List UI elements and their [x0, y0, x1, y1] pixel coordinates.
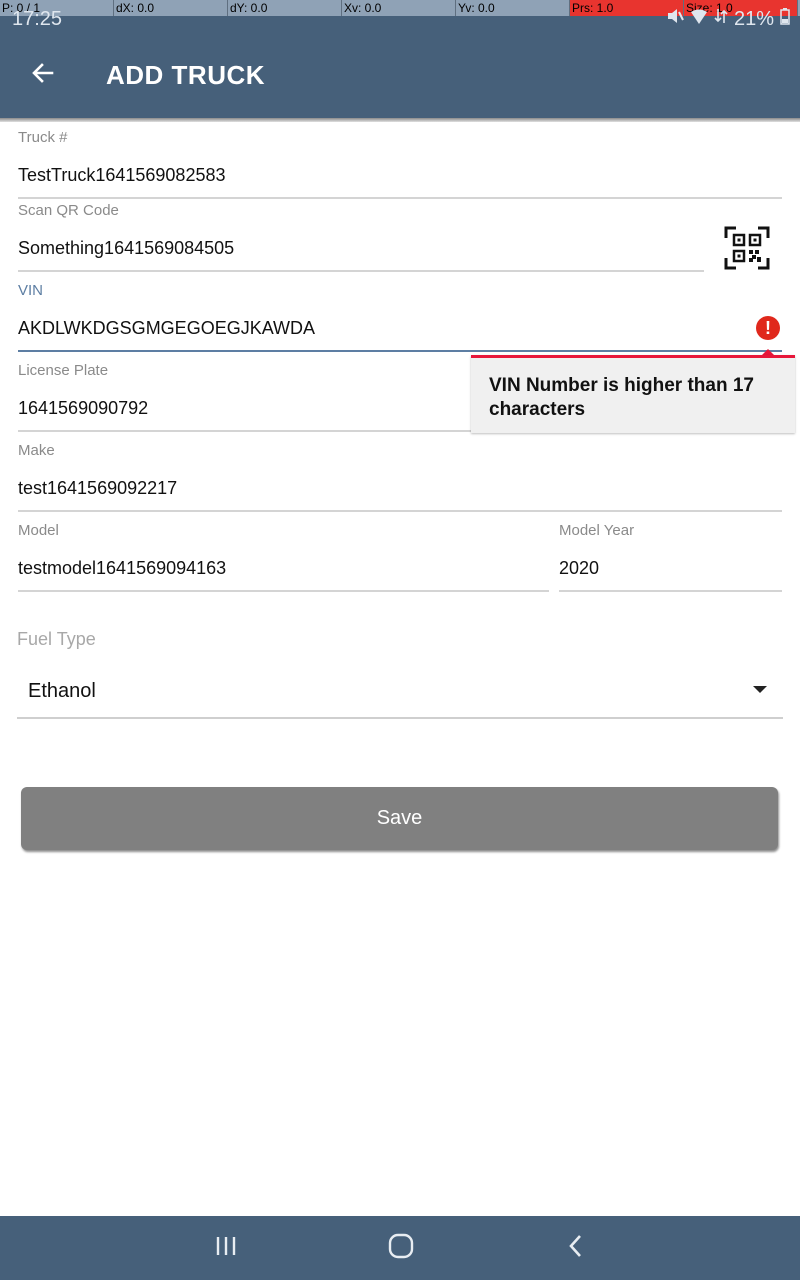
fuel-type-underline [17, 717, 783, 719]
nav-home-button[interactable] [381, 1230, 421, 1266]
model-label: Model [18, 522, 59, 539]
model-year-label: Model Year [559, 522, 635, 539]
vin-input[interactable]: AKDLWKDGSGMGEGOEGJKAWDA [18, 316, 315, 340]
make-label: Make [18, 442, 55, 459]
page-title: ADD TRUCK [106, 60, 266, 90]
data-transfer-icon [714, 6, 728, 32]
nav-back-button[interactable] [556, 1230, 596, 1266]
scan-qr-button[interactable] [724, 226, 770, 270]
vin-underline [18, 350, 782, 352]
nav-recents-button[interactable] [206, 1230, 246, 1266]
debug-xv: Xv: 0.0 [342, 0, 456, 16]
model-underline [18, 590, 549, 592]
qr-code-icon [724, 226, 770, 274]
save-button[interactable]: Save [21, 787, 778, 850]
status-indicators: 21% [666, 6, 790, 32]
fuel-type-label: Fuel Type [17, 629, 96, 649]
make-underline [18, 510, 782, 512]
qr-code-input[interactable]: Something1641569084505 [18, 236, 234, 260]
battery-percent: 21% [733, 8, 774, 30]
vin-error-tooltip: VIN Number is higher than 17 characters [471, 355, 795, 433]
status-time: 17:25 [12, 8, 63, 30]
battery-icon [780, 6, 790, 32]
model-input[interactable]: testmodel1641569094163 [18, 556, 226, 580]
vin-error-message: VIN Number is higher than 17 characters [489, 375, 754, 420]
fuel-type-select[interactable]: Ethanol [28, 678, 96, 704]
model-year-input[interactable]: 2020 [559, 556, 599, 580]
caret-down-icon[interactable] [753, 686, 767, 693]
debug-dy: dY: 0.0 [228, 0, 342, 16]
truck-number-label: Truck # [18, 129, 68, 146]
system-nav-bar [0, 1216, 800, 1280]
wifi-icon [690, 6, 708, 32]
debug-dx: dX: 0.0 [114, 0, 228, 16]
nav-back-icon [567, 1234, 585, 1263]
arrow-left-icon [31, 61, 55, 90]
qr-code-underline [18, 270, 704, 272]
home-icon [388, 1233, 414, 1264]
header-shadow [0, 118, 800, 122]
error-icon[interactable]: ! [756, 316, 780, 340]
back-button[interactable] [22, 54, 64, 96]
license-plate-input[interactable]: 1641569090792 [18, 396, 148, 420]
truck-number-underline [18, 197, 782, 199]
truck-number-input[interactable]: TestTruck1641569082583 [18, 163, 225, 187]
make-input[interactable]: test1641569092217 [18, 476, 177, 500]
vin-label: VIN [18, 282, 44, 299]
qr-code-label: Scan QR Code [18, 202, 119, 219]
model-year-underline [559, 590, 782, 592]
license-plate-label: License Plate [18, 362, 109, 379]
debug-yv: Yv: 0.0 [456, 0, 570, 16]
mute-icon [666, 6, 684, 32]
recents-icon [214, 1235, 238, 1262]
